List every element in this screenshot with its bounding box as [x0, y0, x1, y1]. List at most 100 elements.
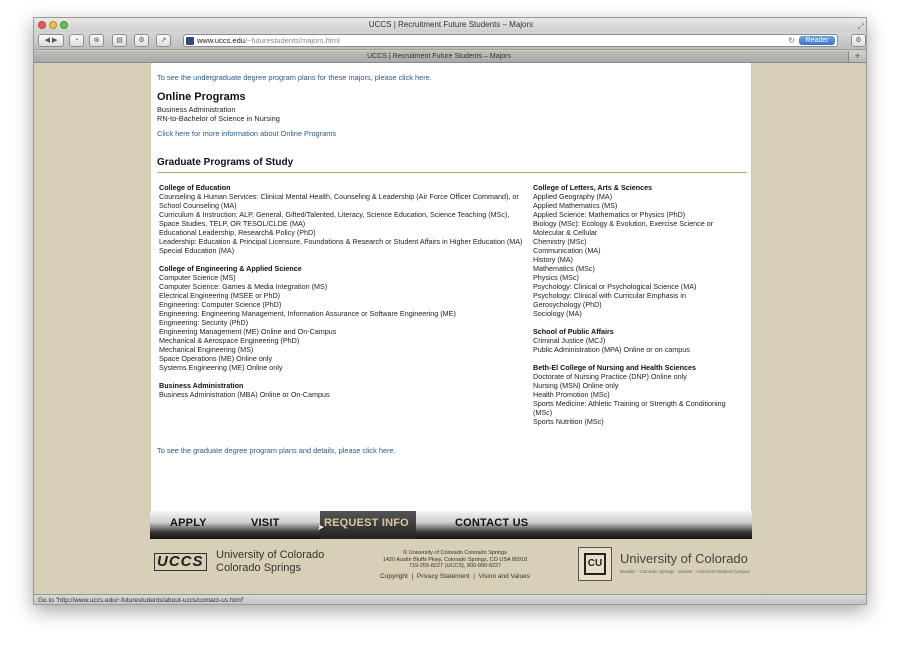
copyright-link[interactable]: Copyright	[380, 573, 408, 580]
program-section-title: Business Administration	[159, 381, 244, 390]
uccs-logo[interactable]: UCCS	[154, 553, 207, 571]
program-item: Health Promotion (MSc)	[533, 390, 610, 399]
back-forward-button[interactable]: ◀ ▶	[38, 34, 64, 47]
cu-name[interactable]: University of Colorado	[620, 551, 748, 566]
site-favicon-icon	[186, 37, 194, 45]
online-programs-link[interactable]: Click here for more information about On…	[157, 129, 336, 138]
footer-separator: |	[473, 573, 475, 580]
graduate-programs-heading: Graduate Programs of Study	[157, 157, 294, 168]
status-bar: Go to "http://www.uccs.edu/~futurestuden…	[34, 594, 866, 604]
heading-divider	[157, 172, 747, 173]
program-item: Applied Science: Mathematics or Physics …	[533, 210, 686, 219]
program-section-title: College of Engineering & Applied Science	[159, 264, 302, 273]
window-controls	[38, 21, 68, 29]
zoom-window-button[interactable]	[60, 21, 68, 29]
graduate-right-column: College of Letters, Arts & Sciences Appli…	[533, 183, 733, 435]
address-line: 719-255-8227 (UCCS), 800-990-8227	[408, 563, 502, 569]
uccs-name-line1: University of Colorado	[216, 549, 325, 561]
footer-separator: |	[411, 573, 414, 580]
tab-bar: UCCS | Recruitment Future Students – Maj…	[34, 51, 866, 63]
program-item: Criminal Justice (MCJ)	[533, 336, 606, 345]
new-tab-button[interactable]: +	[848, 51, 866, 62]
address-bar[interactable]: www.uccs.edu/~futurestudents/majors.html…	[183, 34, 838, 47]
settings-icon[interactable]: ⚙	[134, 34, 149, 47]
mouse-cursor-icon: ➤	[317, 522, 325, 532]
rss-icon[interactable]: ◔	[69, 34, 84, 47]
footer-links: Copyright | Privacy Statement | Vision a…	[355, 573, 555, 580]
program-section: School of Public Affairs Criminal Justice…	[533, 327, 733, 354]
program-item: Applied Mathematics (MS)	[533, 201, 618, 210]
cu-campuses: Boulder · Colorado Springs · Denver · An…	[620, 569, 750, 574]
program-item: Educational Leadership, Research& Policy…	[159, 228, 316, 237]
close-window-button[interactable]	[38, 21, 46, 29]
program-item: Sociology (MA)	[533, 309, 582, 318]
uccs-name: University of Colorado Colorado Springs	[216, 549, 324, 575]
reload-icon[interactable]: ↻	[788, 35, 795, 46]
program-item: Engineering Management (ME) Online and O…	[159, 327, 337, 336]
program-item: Physics (MSc)	[533, 273, 579, 282]
program-item: Curriculum & Instruction: ALP, General, …	[159, 210, 510, 228]
program-item: Mechanical & Aerospace Engineering (PhD)	[159, 336, 300, 345]
program-item: Leadership: Education & Principal Licens…	[159, 237, 523, 246]
share-icon[interactable]: ↗	[156, 34, 171, 47]
program-item: History (MA)	[533, 255, 573, 264]
program-item: Biology (MSc): Ecology & Evolution, Exer…	[533, 219, 714, 237]
minimize-window-button[interactable]	[49, 21, 57, 29]
program-item: Space Operations (ME) Online only	[159, 354, 273, 363]
nav-visit[interactable]: VISIT	[251, 517, 280, 529]
program-item: Applied Geography (MA)	[533, 192, 613, 201]
undergrad-plans-link[interactable]: To see the undergraduate degree program …	[157, 73, 432, 82]
program-item: Communication (MA)	[533, 246, 601, 255]
program-item: Business Administration (MBA) Online or …	[159, 390, 330, 399]
program-item: Computer Science (MS)	[159, 273, 236, 282]
program-item: Psychology: Clinical or Psychological Sc…	[533, 282, 697, 291]
uccs-name-line2: Colorado Springs	[216, 562, 301, 574]
program-item: Nursing (MSN) Online only	[533, 381, 619, 390]
nav-apply[interactable]: APPLY	[170, 517, 207, 529]
privacy-link[interactable]: Privacy Statement	[417, 573, 470, 580]
site-footer: UCCS University of Colorado Colorado Spr…	[150, 539, 752, 589]
cu-emblem[interactable]: CU	[578, 547, 612, 581]
nav-contact-us[interactable]: CONTACT US	[455, 517, 528, 529]
program-section-title: School of Public Affairs	[533, 327, 614, 336]
program-item: Chemistry (MSc)	[533, 237, 587, 246]
footer-address: © University of Colorado Colorado Spring…	[355, 550, 555, 570]
program-item: Mathematics (MSc)	[533, 264, 595, 273]
program-item: Sports Nutrition (MSc)	[533, 417, 604, 426]
stop-icon[interactable]: ⊗	[89, 34, 104, 47]
program-section: College of Education Counseling & Human S…	[159, 183, 529, 255]
program-item: Doctorate of Nursing Practice (DNP) Onli…	[533, 372, 687, 381]
program-section-title: College of Letters, Arts & Sciences	[533, 183, 653, 192]
url-host: www.uccs.edu	[197, 36, 245, 45]
program-item: Mechanical Engineering (MS)	[159, 345, 254, 354]
program-item: Psychology: Clinical with Curricular Emp…	[533, 291, 686, 309]
graduate-left-column: College of Education Counseling & Human S…	[159, 183, 529, 408]
program-section: College of Letters, Arts & Sciences Appli…	[533, 183, 733, 318]
program-section: Business Administration Business Administ…	[159, 381, 529, 399]
reader-button[interactable]: Reader	[799, 36, 835, 45]
url-path: /~futurestudents/majors.html	[244, 36, 340, 45]
window-title: UCCS | Recruitment Future Students – Maj…	[368, 20, 534, 29]
tab-current[interactable]: UCCS | Recruitment Future Students – Maj…	[34, 51, 844, 63]
program-section-title: College of Education	[159, 183, 231, 192]
program-item: Special Education (MA)	[159, 246, 235, 255]
gear-icon[interactable]: ⚙	[851, 34, 866, 47]
program-item: Computer Science: Games & Media Integrat…	[159, 282, 328, 291]
online-program-item: Business Administration	[157, 105, 236, 114]
program-item: Public Administration (MPA) Online or on…	[533, 345, 690, 354]
print-icon[interactable]: ▤	[112, 34, 127, 47]
title-bar: UCCS | Recruitment Future Students – Maj…	[34, 18, 866, 32]
program-item: Engineering: Security (PhD)	[159, 318, 249, 327]
program-item: Engineering: Computer Science (PhD)	[159, 300, 282, 309]
online-programs-heading: Online Programs	[157, 91, 246, 103]
page-content: To see the undergraduate degree program …	[150, 63, 752, 513]
nav-request-info[interactable]: REQUEST INFO	[324, 517, 409, 529]
graduate-plans-link[interactable]: To see the graduate degree program plans…	[157, 446, 396, 455]
vision-link[interactable]: Vision and Values	[479, 573, 530, 580]
program-item: Electrical Engineering (MSEE or PhD)	[159, 291, 281, 300]
program-item: Systems Engineering (ME) Online only	[159, 363, 283, 372]
browser-window: UCCS | Recruitment Future Students – Maj…	[33, 17, 867, 605]
program-section: Beth-El College of Nursing and Health Sc…	[533, 363, 733, 426]
browser-toolbar: ◀ ▶ ◔ ⊗ ▤ ⚙ ↗ www.uccs.edu/~futurestuden…	[34, 32, 866, 50]
program-item: Sports Medicine: Athletic Training or St…	[533, 399, 726, 417]
